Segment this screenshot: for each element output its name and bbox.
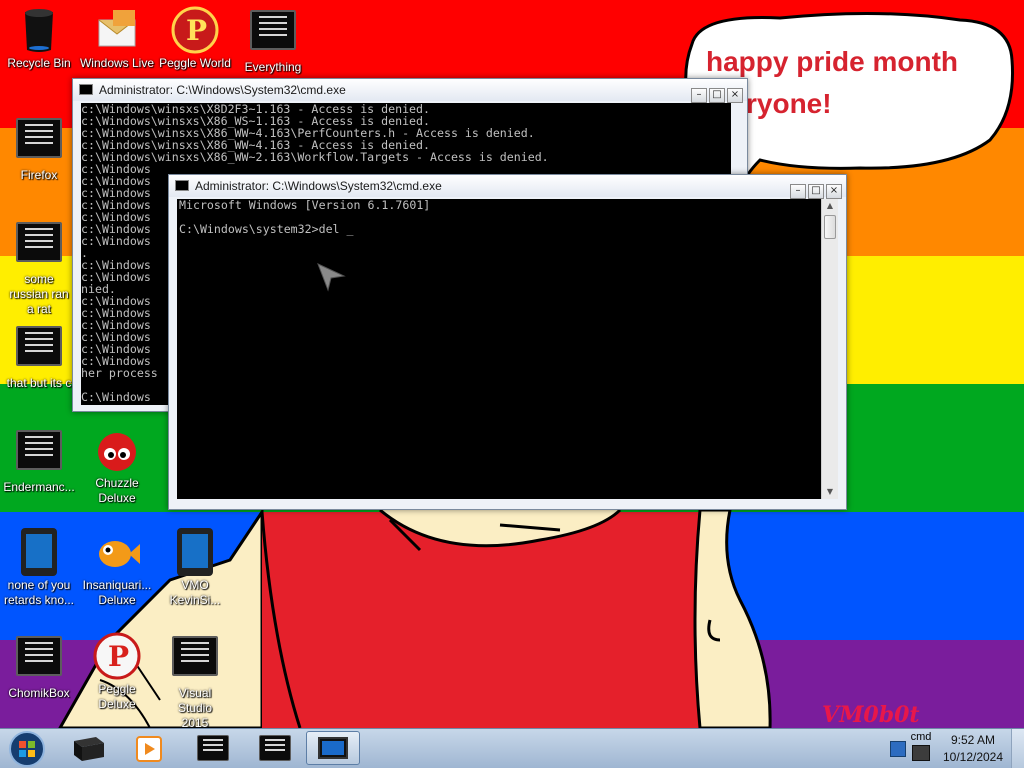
desktop-icon-label: none of you retards kno... xyxy=(3,578,75,607)
cmd-icon xyxy=(79,84,93,95)
console-app-icon xyxy=(249,10,297,58)
console-text: Microsoft Windows [Version 6.1.7601] C:\… xyxy=(179,199,431,236)
taskbar-button-console[interactable] xyxy=(62,731,116,765)
desktop-icon-label: Insaniquari... Deluxe xyxy=(82,578,152,607)
console-app-icon xyxy=(15,430,63,478)
console-icon xyxy=(74,737,104,761)
console-app-icon xyxy=(15,222,63,270)
clock-time: 9:52 AM xyxy=(950,733,996,747)
cmd-icon xyxy=(259,735,291,761)
tablet-icon xyxy=(15,528,63,576)
taskbar-button-cmd[interactable] xyxy=(186,731,240,765)
peggle-icon: P xyxy=(171,6,219,54)
desktop-icon-visual-studio[interactable]: Visual Studio 2015 xyxy=(156,632,234,728)
close-button[interactable]: × xyxy=(826,184,842,199)
desktop-icon-chomikbox[interactable]: ChomikBox xyxy=(0,632,78,701)
scroll-down-icon[interactable]: ▼ xyxy=(822,485,838,499)
desktop-icon-label: some russian ran a rat xyxy=(9,272,69,316)
window-titlebar[interactable]: Administrator: C:\Windows\System32\cmd.e… xyxy=(73,79,747,103)
desktop-icon-insaniquarium[interactable]: Insaniquari... Deluxe xyxy=(78,528,156,608)
desktop-icon-label: Chuzzle Deluxe xyxy=(95,476,139,505)
cmd-icon xyxy=(175,180,189,191)
tray-cmd[interactable]: cmd xyxy=(906,731,936,765)
tablet-icon xyxy=(171,528,219,576)
taskbar-button-media-player[interactable] xyxy=(122,731,176,765)
taskbar-button-cmd[interactable] xyxy=(248,731,302,765)
tray-cmd-label: cmd xyxy=(910,731,932,743)
media-player-icon xyxy=(136,736,162,762)
speech-bubble-line2: ryone! xyxy=(746,88,832,119)
console-app-icon xyxy=(15,326,63,374)
svg-text:P: P xyxy=(108,640,129,673)
clock-date: 10/12/2024 xyxy=(942,750,1004,764)
wallpaper-watermark: VM0b0t xyxy=(822,702,920,728)
desktop-icon-recycle-bin[interactable]: Recycle Bin xyxy=(0,6,78,71)
taskbar[interactable]: cmd 9:52 AM 10/12/2024 xyxy=(0,728,1024,768)
console-app-icon xyxy=(15,636,63,684)
scroll-up-icon[interactable]: ▲ xyxy=(822,199,838,213)
cmd-icon xyxy=(197,735,229,761)
desktop-icon-label: Visual Studio 2015 xyxy=(177,686,213,728)
system-clock[interactable]: 9:52 AM 10/12/2024 xyxy=(940,732,1006,766)
show-desktop-button[interactable] xyxy=(1011,729,1024,768)
desktop-icon-peggle-deluxe[interactable]: P Peggle Deluxe xyxy=(78,632,156,712)
window-title: Administrator: C:\Windows\System32\cmd.e… xyxy=(99,83,346,97)
start-button[interactable] xyxy=(4,730,50,768)
close-button[interactable]: × xyxy=(727,88,743,103)
minimize-button[interactable]: – xyxy=(790,184,806,199)
speech-bubble-line1: happy pride month xyxy=(706,46,958,77)
desktop-icon-everything[interactable]: Everything xyxy=(234,6,312,75)
desktop-icon-chuzzle-deluxe[interactable]: Chuzzle Deluxe xyxy=(78,426,156,506)
recycle-bin-icon xyxy=(15,6,63,54)
desktop[interactable]: happy pride month ryone! VM0b0t Recycle … xyxy=(0,0,1024,728)
mouse-cursor-icon xyxy=(317,263,346,292)
tray-icon-network[interactable] xyxy=(890,741,906,757)
peggle-icon: P xyxy=(93,632,141,680)
desktop-icon-label: Everything xyxy=(244,60,302,74)
desktop-icon-label: Firefox xyxy=(20,168,58,182)
minimize-button[interactable]: – xyxy=(691,88,707,103)
desktop-icon-label: that but its c xyxy=(6,376,72,390)
desktop-icon-label: ChomikBox xyxy=(8,686,70,700)
desktop-icon-russian-rat[interactable]: some russian ran a rat xyxy=(0,218,78,317)
speaker-icon xyxy=(912,745,930,761)
console-output[interactable]: Microsoft Windows [Version 6.1.7601] C:\… xyxy=(177,199,821,499)
desktop-icon-peggle-world[interactable]: P Peggle World xyxy=(156,6,234,71)
window-controls: – □ × xyxy=(788,178,842,199)
maximize-button[interactable]: □ xyxy=(709,88,725,103)
window-titlebar[interactable]: Administrator: C:\Windows\System32\cmd.e… xyxy=(169,175,846,199)
svg-text:P: P xyxy=(186,14,207,47)
cmd-window-active[interactable]: Administrator: C:\Windows\System32\cmd.e… xyxy=(168,174,847,510)
console-app-icon xyxy=(171,636,219,684)
monitor-icon xyxy=(318,737,348,759)
desktop-icon-label: Windows Live xyxy=(79,56,155,70)
maximize-button[interactable]: □ xyxy=(808,184,824,199)
goldfish-icon xyxy=(93,528,141,576)
desktop-icon-firefox[interactable]: Firefox xyxy=(0,114,78,183)
taskbar-button-active-window[interactable] xyxy=(306,731,360,765)
scrollbar-thumb[interactable] xyxy=(824,215,836,239)
console-app-icon xyxy=(15,118,63,166)
desktop-icon-none-of-you[interactable]: none of you retards kno... xyxy=(0,528,78,608)
desktop-icon-vmo-kevinsi[interactable]: VMO KevinSi... xyxy=(156,528,234,608)
desktop-icon-that-but-its[interactable]: that but its c xyxy=(0,322,78,391)
window-title: Administrator: C:\Windows\System32\cmd.e… xyxy=(195,179,442,193)
desktop-icon-label: Peggle World xyxy=(159,56,231,70)
windows-logo-icon xyxy=(9,731,45,767)
desktop-icon-windows-live[interactable]: Windows Live xyxy=(78,6,156,71)
desktop-icon-label: Recycle Bin xyxy=(7,56,71,70)
vertical-scrollbar[interactable]: ▲ ▼ xyxy=(821,199,838,499)
desktop-icon-label: Endermanc... xyxy=(3,480,75,494)
desktop-icon-label: Peggle Deluxe xyxy=(98,682,136,711)
desktop-icon-label: VMO KevinSi... xyxy=(169,578,221,607)
desktop-icon-endermanch[interactable]: Endermanc... xyxy=(0,426,78,495)
windows-live-icon xyxy=(93,6,141,54)
window-controls: – □ × xyxy=(689,82,743,103)
chuzzle-icon xyxy=(93,426,141,474)
